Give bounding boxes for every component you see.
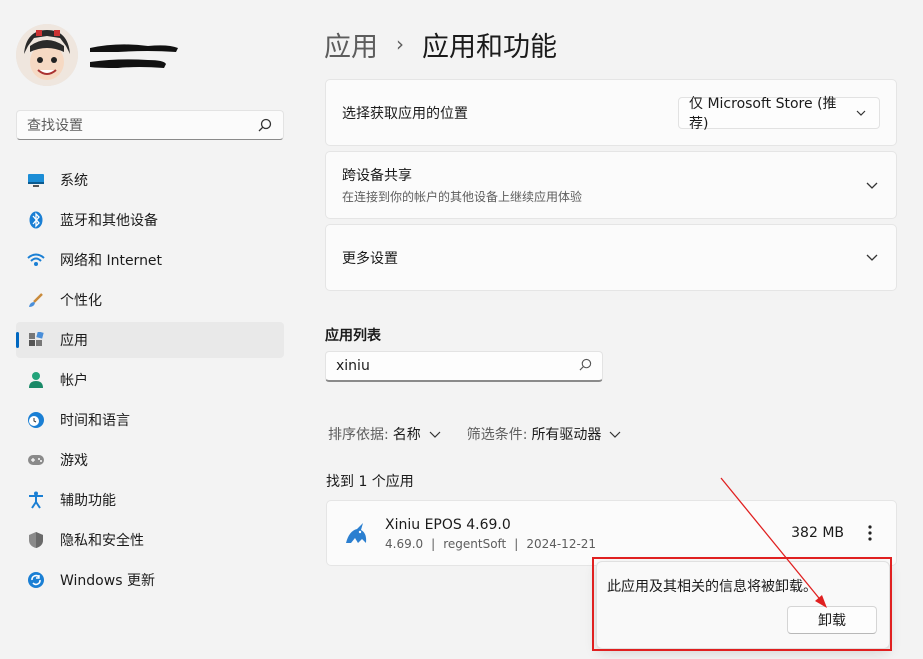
app-source-dropdown-value: 仅 Microsoft Store (推荐) [689, 95, 837, 132]
breadcrumb-parent[interactable]: 应用 [324, 25, 378, 64]
app-version: 4.69.0 [385, 537, 424, 551]
wifi-icon [26, 250, 46, 270]
app-size: 382 MB [791, 525, 844, 541]
sort-dropdown[interactable]: 排序依据: 名称 [328, 424, 443, 444]
apps-icon [26, 330, 46, 350]
chevron-down-icon [607, 426, 623, 442]
sidebar-item-accounts[interactable]: 帐户 [16, 362, 284, 398]
sidebar-item-privacy[interactable]: 隐私和安全性 [16, 522, 284, 558]
app-meta: 4.69.0 | regentSoft | 2024-12-21 [385, 537, 597, 551]
uninstall-confirm-flyout: 此应用及其相关的信息将被卸载。 卸载 [596, 561, 890, 649]
breadcrumb: 应用 › 应用和功能 [324, 24, 557, 64]
page-title: 应用和功能 [422, 31, 557, 63]
app-source-dropdown[interactable]: 仅 Microsoft Store (推荐) [678, 96, 880, 132]
redacted-user-name [90, 44, 178, 68]
app-search-value: xiniu [336, 358, 370, 374]
monitor-icon [26, 170, 46, 190]
sidebar-item-bluetooth[interactable]: 蓝牙和其他设备 [16, 202, 284, 238]
search-icon[interactable] [257, 117, 273, 133]
chevron-down-icon [427, 426, 443, 442]
sidebar-item-label: 隐私和安全性 [60, 533, 144, 549]
more-settings-title: 更多设置 [342, 250, 398, 267]
sidebar-item-label: 个性化 [60, 293, 102, 309]
sidebar-item-label: 时间和语言 [60, 413, 130, 429]
more-settings-card[interactable]: 更多设置 [325, 224, 897, 291]
sidebar-item-accessibility[interactable]: 辅助功能 [16, 482, 284, 518]
shield-icon [26, 530, 46, 550]
sidebar-item-personalization[interactable]: 个性化 [16, 282, 284, 318]
sidebar-item-system[interactable]: 系统 [16, 162, 284, 198]
app-list-item[interactable]: Xiniu EPOS 4.69.0 4.69.0 | regentSoft | 2024… [326, 500, 897, 566]
sidebar-item-time-language[interactable]: 时间和语言 [16, 402, 284, 438]
app-source-card: 选择获取应用的位置 仅 Microsoft Store (推荐) [325, 79, 897, 146]
sidebar-item-label: 网络和 Internet [60, 253, 163, 269]
search-icon[interactable] [579, 358, 592, 375]
share-across-devices-card[interactable]: 跨设备共享 在连接到你的帐户的其他设备上继续应用体验 [325, 151, 897, 219]
sidebar-item-label: 系统 [60, 173, 88, 189]
clock-globe-icon [26, 410, 46, 430]
share-subtitle: 在连接到你的帐户的其他设备上继续应用体验 [342, 190, 583, 204]
brush-icon [26, 290, 46, 310]
xiniu-app-icon [343, 521, 369, 547]
app-name: Xiniu EPOS 4.69.0 [385, 517, 511, 533]
filter-value: 所有驱动器 [531, 427, 602, 443]
person-icon [26, 370, 46, 390]
found-count: 找到 1 个应用 [326, 474, 414, 490]
sidebar-item-label: 应用 [60, 333, 88, 349]
chevron-down-icon[interactable] [864, 177, 880, 193]
bluetooth-icon [26, 210, 46, 230]
sidebar-item-label: 游戏 [60, 453, 88, 469]
app-search-input[interactable]: xiniu [325, 351, 603, 382]
gamepad-icon [26, 450, 46, 470]
more-options-icon[interactable] [860, 523, 880, 543]
sidebar-item-label: Windows 更新 [60, 573, 155, 589]
sidebar-item-label: 辅助功能 [60, 493, 116, 509]
sidebar-item-windows-update[interactable]: Windows 更新 [16, 562, 284, 598]
search-placeholder: 查找设置 [27, 118, 83, 134]
app-list-filters: 排序依据: 名称 筛选条件: 所有驱动器 [328, 424, 647, 444]
sidebar-item-label: 蓝牙和其他设备 [60, 213, 158, 229]
sort-label: 排序依据: [328, 427, 389, 443]
app-source-title: 选择获取应用的位置 [342, 105, 468, 122]
chevron-down-icon[interactable] [864, 250, 880, 266]
share-title: 跨设备共享 [342, 168, 412, 184]
app-install-date: 2024-12-21 [526, 537, 597, 551]
sidebar-nav: 系统 蓝牙和其他设备 网络和 Internet 个性化 应用 帐户 时间和语言 … [16, 162, 284, 602]
chevron-down-icon [853, 105, 869, 121]
sort-value: 名称 [392, 427, 421, 443]
update-icon [26, 570, 46, 590]
accessibility-icon [26, 490, 46, 510]
breadcrumb-separator: › [396, 32, 404, 56]
uninstall-button[interactable]: 卸载 [787, 606, 877, 634]
sidebar-item-network[interactable]: 网络和 Internet [16, 242, 284, 278]
sidebar-item-gaming[interactable]: 游戏 [16, 442, 284, 478]
uninstall-message: 此应用及其相关的信息将被卸载。 [607, 579, 817, 595]
app-list-title: 应用列表 [325, 328, 381, 344]
app-publisher: regentSoft [443, 537, 507, 551]
sidebar-item-apps[interactable]: 应用 [16, 322, 284, 358]
filter-dropdown[interactable]: 筛选条件: 所有驱动器 [467, 424, 624, 444]
avatar[interactable] [16, 24, 78, 86]
sidebar-item-label: 帐户 [60, 373, 88, 389]
filter-label: 筛选条件: [466, 427, 528, 443]
settings-search-input[interactable]: 查找设置 [16, 110, 284, 140]
